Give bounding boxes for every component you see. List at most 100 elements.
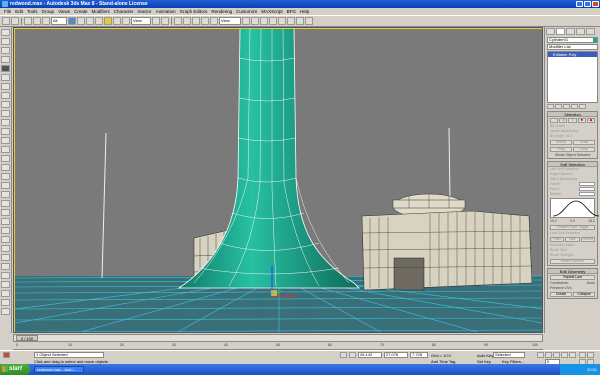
bind-space-warp-icon[interactable] <box>42 17 50 25</box>
select-by-name-icon[interactable] <box>77 17 85 25</box>
ring-button[interactable]: Ring <box>550 147 572 152</box>
unlink-icon[interactable] <box>33 17 41 25</box>
start-button[interactable]: start <box>0 364 30 375</box>
menu-customize[interactable]: Customize <box>234 9 259 14</box>
y-coordinate-field[interactable]: 27.076 <box>384 352 408 358</box>
tool-icon-27[interactable] <box>1 263 10 270</box>
rectangle-selection-icon[interactable] <box>86 17 94 25</box>
create-tab-icon[interactable] <box>546 28 555 35</box>
menu-bfg[interactable]: BFG <box>285 9 298 14</box>
x-coordinate-field[interactable]: 26.142 <box>358 352 382 358</box>
grow-button[interactable]: Grow <box>573 140 595 145</box>
make-unique-icon[interactable] <box>563 104 570 109</box>
next-frame-icon[interactable] <box>561 352 568 358</box>
menu-character[interactable]: Character <box>112 9 136 14</box>
pin-stack-icon[interactable] <box>547 104 554 109</box>
shaded-face-toggle-button[interactable]: Shaded Face Toggle <box>550 225 595 230</box>
curve-editor-icon[interactable] <box>269 17 277 25</box>
tool-icon-13[interactable] <box>1 137 10 144</box>
revert-button[interactable]: Revert <box>580 237 595 242</box>
named-selection-dropdown[interactable]: View <box>219 17 241 25</box>
select-manipulate-icon[interactable] <box>161 17 169 25</box>
create-button[interactable]: Create <box>550 292 572 297</box>
zoom-icon[interactable] <box>579 352 586 358</box>
modify-tab-icon[interactable] <box>556 28 565 35</box>
select-move-icon[interactable] <box>104 17 112 25</box>
tool-icon-25[interactable] <box>1 245 10 252</box>
menu-reactor[interactable]: reactor <box>136 9 154 14</box>
perspective-viewport[interactable] <box>13 27 543 333</box>
tool-icon-22[interactable] <box>1 218 10 225</box>
go-to-start-icon[interactable] <box>537 352 544 358</box>
tool-icon-23[interactable] <box>1 227 10 234</box>
tool-icon-17[interactable] <box>1 173 10 180</box>
select-rotate-icon[interactable] <box>113 17 121 25</box>
tool-icon-28[interactable] <box>1 272 10 279</box>
select-scale-icon[interactable] <box>122 17 130 25</box>
menu-views[interactable]: Views <box>56 9 72 14</box>
tool-icon-6[interactable] <box>1 74 10 81</box>
z-coordinate-field[interactable]: 7.728 <box>410 352 428 358</box>
go-to-end-icon[interactable] <box>569 352 576 358</box>
tool-icon-21[interactable] <box>1 209 10 216</box>
menu-tools[interactable]: Tools <box>25 9 40 14</box>
stack-item-editable-poly[interactable]: Editable Poly <box>548 52 597 57</box>
paint-button[interactable]: Paint <box>550 237 565 242</box>
tool-icon-7[interactable] <box>1 83 10 90</box>
reference-coordinate-dropdown[interactable]: View <box>131 17 151 25</box>
collapse-button[interactable]: Collapse <box>573 292 595 297</box>
window-crossing-icon[interactable] <box>95 17 103 25</box>
menu-rendering[interactable]: Rendering <box>209 9 234 14</box>
tool-icon-32[interactable] <box>1 308 10 315</box>
undo-icon[interactable] <box>2 17 10 25</box>
menu-edit[interactable]: Edit <box>13 9 25 14</box>
selection-filter-dropdown[interactable]: All <box>51 17 67 25</box>
tool-icon-29[interactable] <box>1 281 10 288</box>
motion-tab-icon[interactable] <box>576 28 585 35</box>
pivot-center-icon[interactable] <box>152 17 160 25</box>
previous-frame-icon[interactable] <box>545 352 552 358</box>
tool-icon-12[interactable] <box>1 128 10 135</box>
object-name-field[interactable]: Cylinder01 <box>547 37 598 43</box>
pinch-spinner[interactable] <box>579 187 595 191</box>
tool-icon-26[interactable] <box>1 254 10 261</box>
menu-create[interactable]: Create <box>72 9 90 14</box>
tool-icon-10[interactable] <box>1 110 10 117</box>
tool-icon-14[interactable] <box>1 146 10 153</box>
brush-options-button[interactable]: Brush Options <box>550 259 595 264</box>
tool-icon-1[interactable] <box>1 29 10 36</box>
quick-render-icon[interactable] <box>305 17 313 25</box>
edge-mode-icon[interactable]: ◁ <box>559 118 568 123</box>
maxscript-listener-icon[interactable] <box>3 352 10 358</box>
menu-maxscript[interactable]: MAXScript <box>259 9 284 14</box>
edit-named-selection-icon[interactable] <box>210 17 218 25</box>
tool-icon-18[interactable] <box>1 182 10 189</box>
select-object-icon[interactable] <box>68 17 76 25</box>
tool-icon-8[interactable] <box>1 92 10 99</box>
absolute-mode-icon[interactable] <box>349 352 356 358</box>
auto-key-button[interactable]: Auto Key <box>477 353 493 358</box>
polygon-mode-icon[interactable]: ■ <box>577 118 586 123</box>
tool-icon-24[interactable] <box>1 236 10 243</box>
vertex-mode-icon[interactable]: ∙ <box>550 118 559 123</box>
mirror-icon[interactable] <box>242 17 250 25</box>
taskbar-item-3dsmax[interactable]: redwood.max - Auto... <box>34 366 84 373</box>
repeat-last-button[interactable]: Repeat Last <box>550 275 595 280</box>
tool-icon-16[interactable] <box>1 164 10 171</box>
menu-graph-editors[interactable]: Graph Editors <box>178 9 210 14</box>
hierarchy-tab-icon[interactable] <box>566 28 575 35</box>
tool-icon-31[interactable] <box>1 299 10 306</box>
remove-modifier-icon[interactable] <box>571 104 578 109</box>
loop-button[interactable]: Loop <box>573 147 595 152</box>
layer-manager-icon[interactable] <box>260 17 268 25</box>
time-slider[interactable]: 0 / 100 <box>13 334 543 342</box>
tool-icon-3[interactable] <box>1 47 10 54</box>
bubble-spinner[interactable] <box>579 192 595 196</box>
show-end-result-icon[interactable] <box>555 104 562 109</box>
menu-file[interactable]: File <box>2 9 13 14</box>
constraints-dropdown[interactable]: None <box>587 281 595 286</box>
menu-help[interactable]: Help <box>298 9 311 14</box>
maximize-button[interactable] <box>584 1 591 7</box>
tool-icon-20[interactable] <box>1 200 10 207</box>
shrink-button[interactable]: Shrink <box>550 140 572 145</box>
